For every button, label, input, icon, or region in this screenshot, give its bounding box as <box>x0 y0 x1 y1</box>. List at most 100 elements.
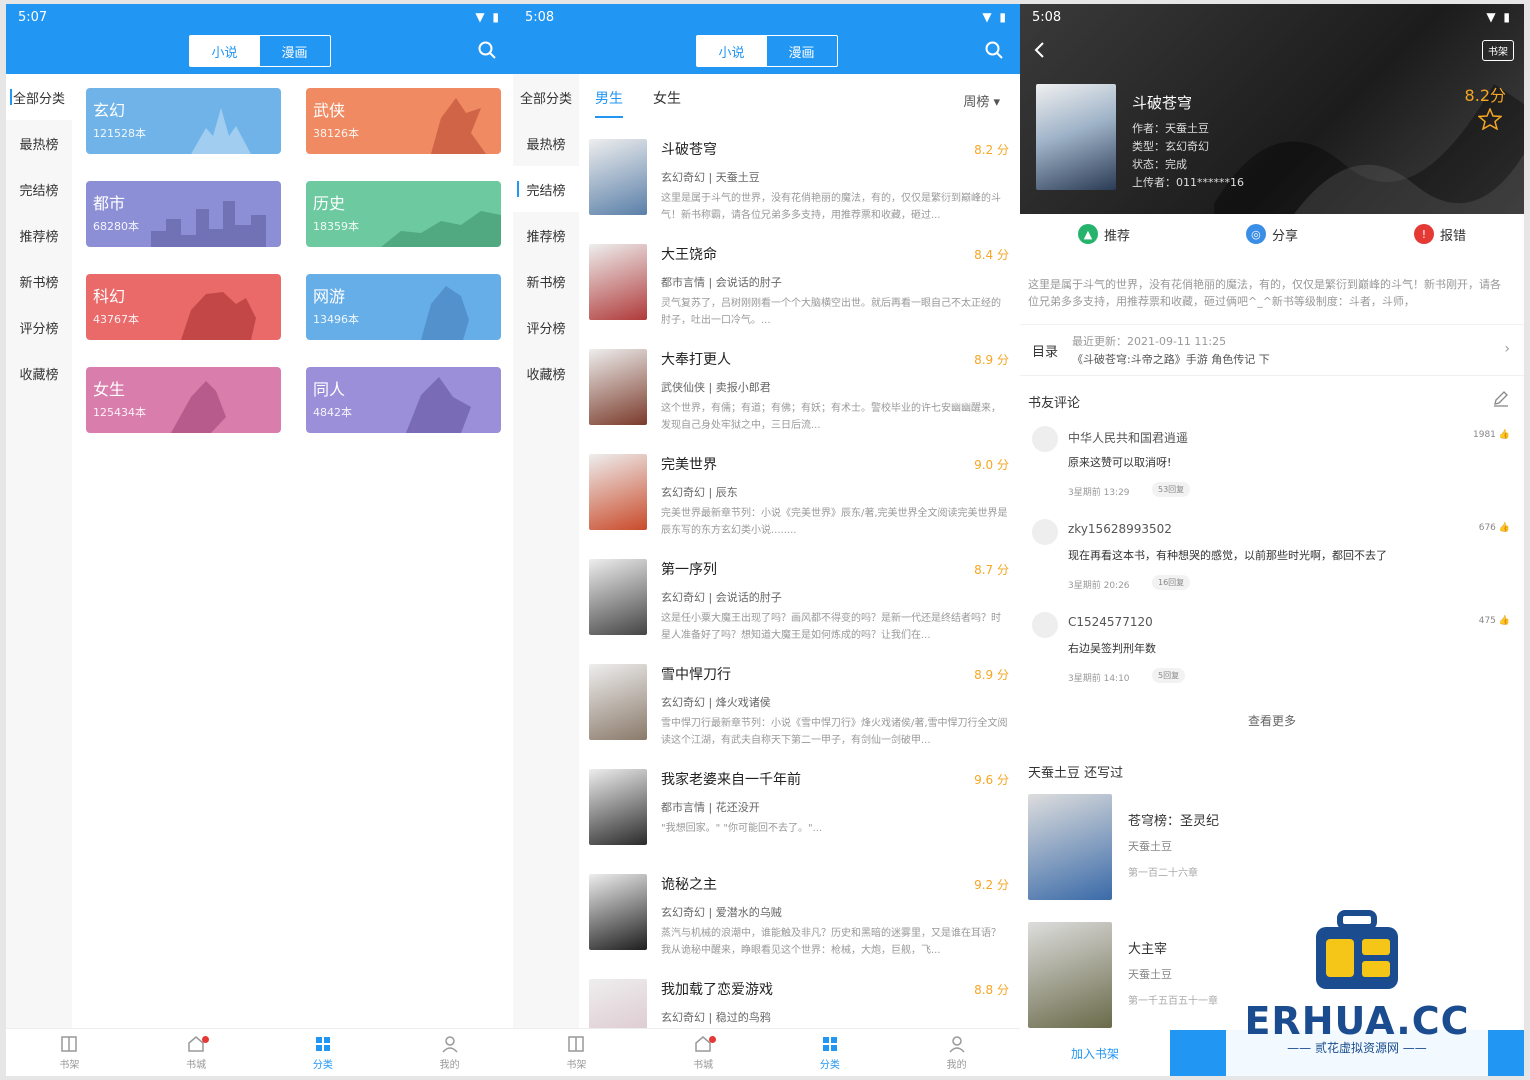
status-icons: ▼ ▮ <box>1486 10 1512 24</box>
share-button[interactable]: ◎ 分享 <box>1245 224 1298 244</box>
category-card[interactable]: 科幻 43767本 <box>86 274 281 340</box>
list-item[interactable]: 斗破苍穹 8.2 分玄幻奇幻 | 天蚕土豆 这里是属于斗气的世界，没有花俏艳丽的魔法… <box>589 134 1014 239</box>
category-card[interactable]: 女生 125434本 <box>86 367 281 433</box>
tab-label: 我的 <box>439 1060 460 1071</box>
recommend-button[interactable]: ▲ 推荐 <box>1077 224 1130 244</box>
comment-replies[interactable]: 53回复 <box>1152 482 1191 497</box>
tab-mine[interactable]: 我的 <box>893 1029 1020 1076</box>
tab-shelf[interactable]: 书架 <box>6 1029 133 1076</box>
nav-item-finished[interactable]: 完结榜 <box>513 166 579 212</box>
book-title: 斗破苍穹 <box>1132 94 1193 112</box>
rank-period-label: 周榜 <box>963 95 990 110</box>
search-icon[interactable] <box>477 40 497 60</box>
tab-label: 我的 <box>946 1060 967 1071</box>
action-label: 推荐 <box>1103 228 1130 244</box>
category-card[interactable]: 历史 18359本 <box>306 181 501 247</box>
nav-item-all[interactable]: 全部分类 <box>513 74 579 120</box>
app-header: 5:07 ▼ ▮ 小说 漫画 <box>6 4 513 74</box>
bookshelf-button[interactable]: 书架 <box>1482 40 1514 61</box>
nav-item-new[interactable]: 新书榜 <box>513 258 579 304</box>
tab-comic[interactable]: 漫画 <box>767 36 837 66</box>
add-to-shelf-button[interactable]: 加入书架 <box>1020 1030 1170 1076</box>
nav-item-rating[interactable]: 评分榜 <box>6 304 72 350</box>
table-of-contents-row[interactable]: 目录 最近更新：2021-09-11 11:25 《斗破苍穹:斗帝之路》手游 角… <box>1020 324 1524 376</box>
card-art-icon <box>431 98 486 154</box>
nav-item-all[interactable]: 全部分类 <box>6 74 72 120</box>
book-cover <box>589 139 647 215</box>
back-arrow-icon[interactable] <box>1030 40 1050 60</box>
comment-item[interactable]: zky15628993502 676 👍 现在再看这本书，有种想哭的感觉，以前那… <box>1020 519 1524 611</box>
list-item[interactable]: 第一序列 8.7 分玄幻奇幻 | 会说话的肘子 这是任小粟大魔王出现了吗？画风都不得… <box>589 554 1014 659</box>
category-card[interactable]: 网游 13496本 <box>306 274 501 340</box>
nav-item-finished[interactable]: 完结榜 <box>6 166 72 212</box>
tab-novel[interactable]: 小说 <box>696 36 767 66</box>
like-icon: 👍 <box>1498 616 1510 626</box>
comment-item[interactable]: C1524577120 475 👍 右边吴签判刑年数 3星期前 14:10 5回… <box>1020 612 1524 704</box>
category-card[interactable]: 都市 68280本 <box>86 181 281 247</box>
star-icon[interactable] <box>1478 108 1502 130</box>
comment-replies[interactable]: 16回复 <box>1152 575 1191 590</box>
book-author: 天蚕土豆 <box>1128 968 1172 981</box>
tab-mine[interactable]: 我的 <box>386 1029 513 1076</box>
bookshelf-icon <box>568 1036 585 1052</box>
search-icon[interactable] <box>984 40 1004 60</box>
action-label: 分享 <box>1271 228 1298 244</box>
book-cover <box>1028 922 1112 1028</box>
comment-replies[interactable]: 5回复 <box>1152 668 1186 683</box>
tab-city[interactable]: 书城 <box>640 1029 767 1076</box>
category-card[interactable]: 武侠 38126本 <box>306 88 501 154</box>
list-item[interactable]: 雪中悍刀行 8.9 分玄幻奇幻 | 烽火戏诸侯 雪中悍刀行最新章节列：小说《雪中悍刀… <box>589 659 1014 764</box>
book-meta: 玄幻奇幻 | 爱潜水的乌贼 <box>661 906 782 919</box>
book-title: 雪中悍刀行 <box>661 667 731 683</box>
book-desc: 雪中悍刀行最新章节列：小说《雪中悍刀行》烽火戏诸侯/著,雪中悍刀行全文阅读这个江… <box>661 718 1008 746</box>
comment-likes[interactable]: 676 👍 <box>1479 523 1510 533</box>
list-item[interactable]: 诡秘之主 9.2 分玄幻奇幻 | 爱潜水的乌贼 蒸汽与机械的浪潮中，谁能触及非凡？历… <box>589 869 1014 974</box>
book-cover <box>1036 84 1116 190</box>
pen-icon[interactable] <box>1492 389 1510 407</box>
tab-comic[interactable]: 漫画 <box>260 36 330 66</box>
tab-male[interactable]: 男生 <box>595 88 623 118</box>
see-more-button[interactable]: 查看更多 <box>1020 712 1524 729</box>
tab-city[interactable]: 书城 <box>133 1029 260 1076</box>
tab-novel[interactable]: 小说 <box>189 36 260 66</box>
list-item[interactable]: 大王饶命 8.4 分都市言情 | 会说话的肘子 灵气复苏了，吕树刚刚看一个个大脑横空… <box>589 239 1014 344</box>
toc-label: 目录 <box>1032 345 1059 360</box>
book-meta: 都市言情 | 花还没开 <box>661 801 760 814</box>
book-score: 9.6 分 <box>974 773 1009 787</box>
category-card[interactable]: 同人 4842本 <box>306 367 501 433</box>
book-meta: 都市言情 | 会说话的肘子 <box>661 276 782 289</box>
nav-item-hot[interactable]: 最热榜 <box>6 120 72 166</box>
card-count: 38126本 <box>313 127 359 140</box>
rank-period-select[interactable]: 周榜 ▾ <box>963 91 1000 110</box>
tab-category[interactable]: 分类 <box>767 1029 894 1076</box>
nav-item-favorites[interactable]: 收藏榜 <box>6 350 72 396</box>
tab-female[interactable]: 女生 <box>653 88 681 118</box>
book-title: 大王饶命 <box>661 247 717 263</box>
list-item[interactable]: 大奉打更人 8.9 分武侠仙侠 | 卖报小郎君 这个世界，有儒；有道；有佛；有妖；有… <box>589 344 1014 449</box>
nav-item-recommend[interactable]: 推荐榜 <box>6 212 72 258</box>
book-meta: 玄幻奇幻 | 辰东 <box>661 486 738 499</box>
nav-item-recommend[interactable]: 推荐榜 <box>513 212 579 258</box>
tab-shelf[interactable]: 书架 <box>513 1029 640 1076</box>
book-intro[interactable]: 这里是属于斗气的世界，没有花俏艳丽的魔法，有的，仅仅是繁衍到巅峰的斗气！新书刚开… <box>1028 276 1506 310</box>
nav-item-hot[interactable]: 最热榜 <box>513 120 579 166</box>
card-name: 玄幻 <box>93 101 126 120</box>
report-button[interactable]: ! 报错 <box>1413 224 1466 244</box>
list-item[interactable]: 我家老婆来自一千年前 9.6 分都市言情 | 花还没开 "我想回家。" "你可能回不… <box>589 764 1014 869</box>
comment-likes[interactable]: 1981 👍 <box>1473 430 1510 440</box>
toc-latest-chapter: 《斗破苍穹:斗帝之路》手游 角色传记 下 <box>1072 353 1270 366</box>
tab-label: 分类 <box>819 1060 840 1071</box>
nav-item-rating[interactable]: 评分榜 <box>513 304 579 350</box>
list-item[interactable]: 完美世界 9.0 分玄幻奇幻 | 辰东 完美世界最新章节列：小说《完美世界》辰东/著… <box>589 449 1014 554</box>
other-book-item[interactable]: 苍穹榜：圣灵纪 天蚕土豆 第一百二十六章 <box>1028 794 1428 904</box>
book-score: 8.2分 <box>1464 86 1506 105</box>
comment-likes[interactable]: 475 👍 <box>1479 616 1510 626</box>
nav-item-favorites[interactable]: 收藏榜 <box>513 350 579 396</box>
category-card[interactable]: 玄幻 121528本 <box>86 88 281 154</box>
nav-item-new[interactable]: 新书榜 <box>6 258 72 304</box>
book-status: 状态：完成 <box>1132 158 1187 171</box>
book-meta: 玄幻奇幻 | 天蚕土豆 <box>661 171 760 184</box>
toc-updated: 最近更新：2021-09-11 11:25 <box>1072 335 1227 348</box>
tab-category[interactable]: 分类 <box>260 1029 387 1076</box>
comment-item[interactable]: 中华人民共和国君逍遥 1981 👍 原来这赞可以取消呀! 3星期前 13:29 … <box>1020 426 1524 518</box>
